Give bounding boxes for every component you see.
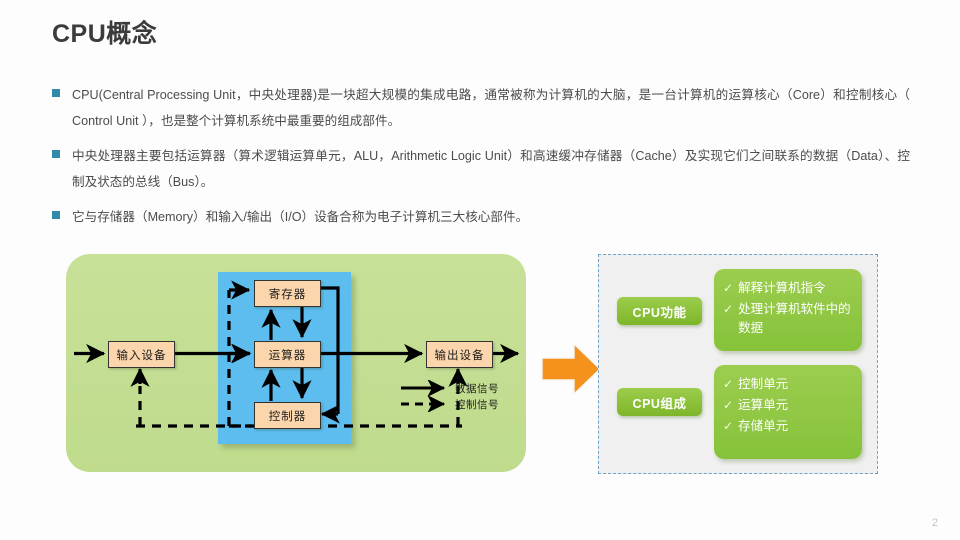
card-item-label: 解释计算机指令 — [738, 281, 826, 295]
tag-cpu-function: CPU功能 — [617, 297, 702, 325]
diagram-box-input: 输入设备 — [108, 341, 175, 368]
list-item: ✓ 解释计算机指令 — [723, 279, 854, 298]
list-item: ✓ 运算单元 — [723, 396, 854, 415]
list-item: CPU(Central Processing Unit，中央处理器)是一块超大规… — [52, 82, 922, 134]
card-item-label: 运算单元 — [738, 398, 789, 412]
check-icon: ✓ — [723, 281, 734, 295]
square-bullet-icon — [52, 89, 60, 97]
right-arrow-icon — [541, 342, 602, 396]
solid-arrow-icon — [401, 380, 446, 396]
bullet-text: 中央处理器主要包括运算器（算术逻辑运算单元，ALU，Arithmetic Log… — [72, 149, 910, 189]
card-item-label: 处理计算机软件中的数据 — [738, 302, 851, 335]
check-icon: ✓ — [723, 377, 734, 391]
bullet-list: CPU(Central Processing Unit，中央处理器)是一块超大规… — [52, 82, 922, 239]
legend-label: 控制信号 — [455, 398, 499, 411]
legend-item-data-signal: 数据信号 — [399, 380, 499, 396]
check-icon: ✓ — [723, 419, 734, 433]
list-item: ✓ 控制单元 — [723, 375, 854, 394]
check-icon: ✓ — [723, 302, 734, 316]
check-icon: ✓ — [723, 398, 734, 412]
square-bullet-icon — [52, 211, 60, 219]
list-item: ✓ 处理计算机软件中的数据 — [723, 300, 854, 338]
tag-cpu-composition: CPU组成 — [617, 388, 702, 416]
card-item-label: 控制单元 — [738, 377, 789, 391]
legend-label: 数据信号 — [455, 382, 499, 395]
bullet-text: CPU(Central Processing Unit，中央处理器)是一块超大规… — [72, 88, 910, 128]
list-item: ✓ 存储单元 — [723, 417, 854, 436]
card-cpu-function: ✓ 解释计算机指令 ✓ 处理计算机软件中的数据 — [714, 269, 862, 351]
square-bullet-icon — [52, 150, 60, 158]
diagram-box-alu: 运算器 — [254, 341, 321, 368]
cpu-summary-panel: CPU功能 ✓ 解释计算机指令 ✓ 处理计算机软件中的数据 CPU组成 ✓ 控制… — [598, 254, 878, 474]
dashed-arrow-icon — [401, 396, 446, 412]
bullet-text: 它与存储器（Memory）和输入/输出（I/O）设备合称为电子计算机三大核心部件… — [72, 210, 529, 224]
page-number: 2 — [931, 517, 938, 529]
legend-item-control-signal: 控制信号 — [399, 396, 499, 412]
list-item: 中央处理器主要包括运算器（算术逻辑运算单元，ALU，Arithmetic Log… — [52, 143, 922, 195]
card-item-label: 存储单元 — [738, 419, 789, 433]
diagram-box-output: 输出设备 — [426, 341, 493, 368]
list-item: 它与存储器（Memory）和输入/输出（I/O）设备合称为电子计算机三大核心部件… — [52, 204, 922, 230]
cpu-architecture-diagram: 输入设备 寄存器 运算器 控制器 输出设备 数据信号 控制信号 — [66, 254, 526, 472]
diagram-box-register: 寄存器 — [254, 280, 321, 307]
page-title: CPU概念 — [52, 20, 158, 48]
diagram-box-controller: 控制器 — [254, 402, 321, 429]
diagram-legend: 数据信号 控制信号 — [399, 380, 499, 412]
slide-canvas: CPU概念 CPU(Central Processing Unit，中央处理器)… — [0, 0, 960, 540]
card-cpu-composition: ✓ 控制单元 ✓ 运算单元 ✓ 存储单元 — [714, 365, 862, 459]
